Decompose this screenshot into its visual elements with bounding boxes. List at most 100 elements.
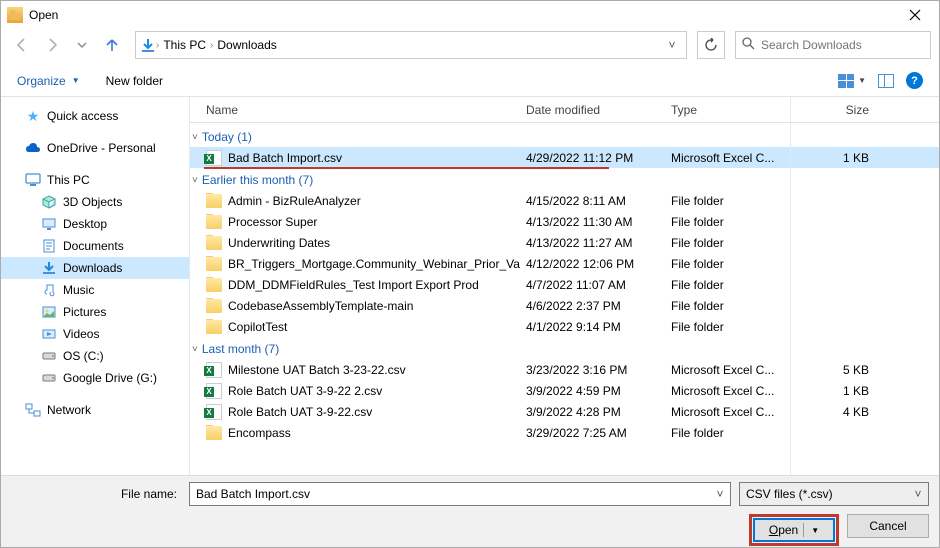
- navigation-sidebar: ★ Quick access OneDrive - Personal This …: [1, 97, 189, 475]
- forward-button[interactable]: [39, 32, 65, 58]
- file-row[interactable]: DDM_DDMFieldRules_Test Import Export Pro…: [190, 274, 939, 295]
- column-date[interactable]: Date modified: [520, 103, 665, 117]
- sidebar-this-pc[interactable]: This PC: [1, 169, 189, 191]
- file-row[interactable]: Underwriting Dates4/13/2022 11:27 AMFile…: [190, 232, 939, 253]
- column-type[interactable]: Type: [665, 103, 805, 117]
- pane-divider: [790, 97, 791, 475]
- vid-icon: [41, 326, 57, 342]
- folder-icon: [206, 426, 222, 440]
- dialog-footer: File name: ˅ CSV files (*.csv) ˅ Open ▼ …: [1, 475, 939, 547]
- file-pane: Name Date modified Type Size ˅Today (1)B…: [189, 97, 939, 475]
- caret-down-icon: ▼: [72, 76, 80, 85]
- file-type-filter[interactable]: CSV files (*.csv) ˅: [739, 482, 929, 506]
- toolbar: Organize ▼ New folder ▼ ?: [1, 65, 939, 97]
- pc-icon: [25, 172, 41, 188]
- search-input[interactable]: [761, 38, 924, 52]
- breadcrumb-downloads[interactable]: Downloads: [213, 36, 280, 54]
- folder-icon: [206, 236, 222, 250]
- file-row[interactable]: CopilotTest4/1/2022 9:14 PMFile folder: [190, 316, 939, 337]
- breadcrumb-bar[interactable]: › This PC › Downloads ˅: [135, 31, 687, 59]
- music-icon: [41, 282, 57, 298]
- folder-icon: [206, 215, 222, 229]
- column-name[interactable]: Name: [190, 103, 520, 117]
- filename-input[interactable]: [196, 487, 716, 501]
- back-button[interactable]: [9, 32, 35, 58]
- app-icon: [7, 7, 23, 23]
- folder-icon: [206, 299, 222, 313]
- window-title: Open: [29, 8, 897, 22]
- search-icon: [742, 37, 755, 53]
- file-row[interactable]: Processor Super4/13/2022 11:30 AMFile fo…: [190, 211, 939, 232]
- sidebar-item[interactable]: Documents: [1, 235, 189, 257]
- address-dropdown-icon[interactable]: ˅: [662, 38, 682, 52]
- chevron-down-icon: ˅: [192, 175, 198, 186]
- open-button[interactable]: Open ▼: [753, 518, 835, 542]
- caret-down-icon[interactable]: ▼: [811, 526, 819, 535]
- new-folder-button[interactable]: New folder: [106, 74, 163, 88]
- folder-icon: [206, 257, 222, 271]
- folder-icon: [206, 278, 222, 292]
- excel-icon: [206, 404, 222, 420]
- view-mode-button[interactable]: ▼: [838, 74, 866, 88]
- file-list[interactable]: ˅Today (1)Bad Batch Import.csv4/29/2022 …: [190, 123, 939, 475]
- sidebar-item[interactable]: Videos: [1, 323, 189, 345]
- breadcrumb-this-pc[interactable]: This PC: [159, 36, 210, 54]
- file-row[interactable]: Admin - BizRuleAnalyzer4/15/2022 8:11 AM…: [190, 190, 939, 211]
- sidebar-onedrive[interactable]: OneDrive - Personal: [1, 137, 189, 159]
- file-row[interactable]: BR_Triggers_Mortgage.Community_Webinar_P…: [190, 253, 939, 274]
- excel-icon: [206, 150, 222, 166]
- chevron-down-icon: ˅: [192, 132, 198, 143]
- view-grid-icon: [838, 74, 854, 88]
- preview-pane-button[interactable]: [878, 74, 894, 88]
- excel-icon: [206, 383, 222, 399]
- folder-icon: [206, 320, 222, 334]
- cancel-button[interactable]: Cancel: [847, 514, 929, 538]
- file-group-header[interactable]: ˅Earlier this month (7): [190, 168, 939, 190]
- refresh-button[interactable]: [697, 31, 725, 59]
- file-row[interactable]: Encompass3/29/2022 7:25 AMFile folder: [190, 422, 939, 443]
- sidebar-item[interactable]: Google Drive (G:): [1, 367, 189, 389]
- down-icon: [41, 260, 57, 276]
- sidebar-quick-access[interactable]: ★ Quick access: [1, 105, 189, 127]
- desktop-icon: [41, 216, 57, 232]
- folder-icon: [206, 194, 222, 208]
- filename-label: File name:: [11, 487, 181, 501]
- help-button[interactable]: ?: [906, 72, 923, 89]
- network-icon: [25, 402, 41, 418]
- file-group-header[interactable]: ˅Today (1): [190, 125, 939, 147]
- column-size[interactable]: Size: [805, 103, 875, 117]
- file-row[interactable]: Bad Batch Import.csv4/29/2022 11:12 PMMi…: [190, 147, 939, 168]
- preview-pane-icon: [878, 74, 894, 88]
- file-row[interactable]: Milestone UAT Batch 3-23-22.csv3/23/2022…: [190, 359, 939, 380]
- pic-icon: [41, 304, 57, 320]
- sidebar-item[interactable]: OS (C:): [1, 345, 189, 367]
- search-box[interactable]: [735, 31, 931, 59]
- close-button[interactable]: [897, 3, 933, 27]
- navigation-bar: › This PC › Downloads ˅: [1, 29, 939, 65]
- sidebar-item[interactable]: Music: [1, 279, 189, 301]
- file-row[interactable]: Role Batch UAT 3-9-22 2.csv3/9/2022 4:59…: [190, 380, 939, 401]
- cloud-icon: [25, 140, 41, 156]
- open-button-highlight: Open ▼: [749, 514, 839, 546]
- title-bar: Open: [1, 1, 939, 29]
- cube-icon: [41, 194, 57, 210]
- sidebar-item[interactable]: Downloads: [1, 257, 189, 279]
- downloads-location-icon: [140, 37, 156, 53]
- file-row[interactable]: CodebaseAssemblyTemplate-main4/6/2022 2:…: [190, 295, 939, 316]
- doc-icon: [41, 238, 57, 254]
- sidebar-item[interactable]: Desktop: [1, 213, 189, 235]
- organize-button[interactable]: Organize ▼: [17, 74, 80, 88]
- up-button[interactable]: [99, 32, 125, 58]
- file-row[interactable]: Role Batch UAT 3-9-22.csv3/9/2022 4:28 P…: [190, 401, 939, 422]
- file-group-header[interactable]: ˅Last month (7): [190, 337, 939, 359]
- caret-down-icon: ▼: [858, 76, 866, 85]
- chevron-down-icon: ˅: [192, 344, 198, 355]
- recent-locations-button[interactable]: [69, 32, 95, 58]
- column-headers[interactable]: Name Date modified Type Size: [190, 97, 939, 123]
- filename-combo[interactable]: ˅: [189, 482, 731, 506]
- sidebar-item[interactable]: 3D Objects: [1, 191, 189, 213]
- sidebar-network[interactable]: Network: [1, 399, 189, 421]
- excel-icon: [206, 362, 222, 378]
- caret-down-icon[interactable]: ˅: [716, 487, 724, 501]
- sidebar-item[interactable]: Pictures: [1, 301, 189, 323]
